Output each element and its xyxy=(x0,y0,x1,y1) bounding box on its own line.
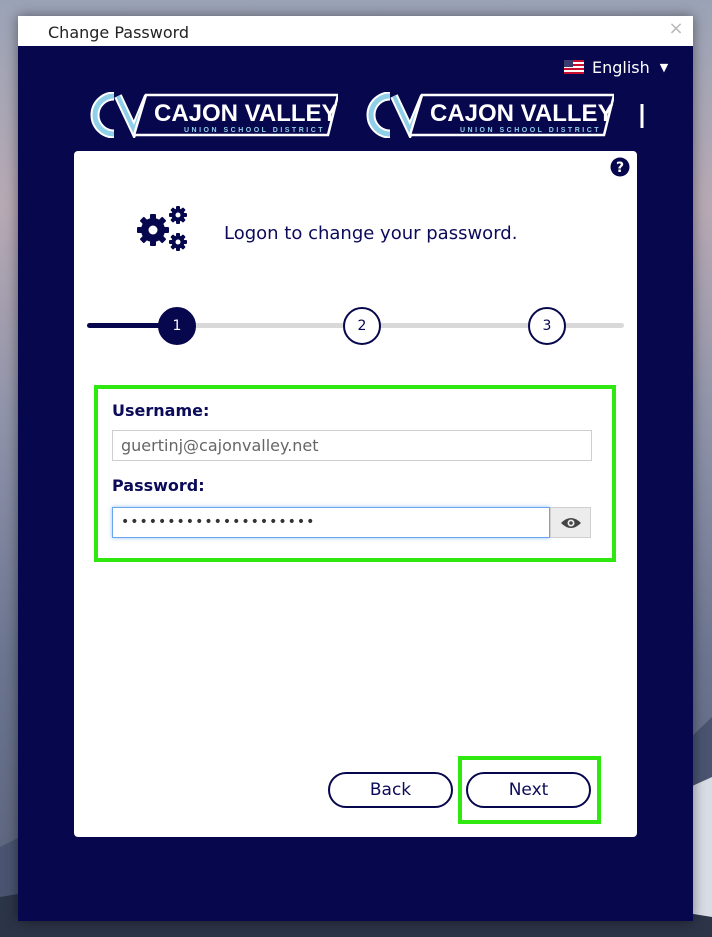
password-field[interactable]: ••••••••••••••••••••• xyxy=(112,507,550,538)
title-bar: Change Password × xyxy=(18,16,693,46)
step-1: 1 xyxy=(158,307,196,345)
progress-stepper: 1 2 3 xyxy=(87,306,624,346)
gears-icon xyxy=(137,206,187,251)
next-button[interactable]: Next xyxy=(466,772,591,808)
cajon-valley-logo xyxy=(640,104,644,128)
close-icon[interactable]: × xyxy=(667,20,685,38)
change-password-window: Change Password × English ▼ CAJON VALLEY… xyxy=(18,16,693,921)
caret-down-icon: ▼ xyxy=(659,60,669,74)
step-3: 3 xyxy=(528,307,566,345)
svg-text:CAJON VALLEY: CAJON VALLEY xyxy=(154,100,338,127)
svg-text:CAJON VALLEY: CAJON VALLEY xyxy=(430,100,614,127)
district-logo-strip: CAJON VALLEY UNION SCHOOL DISTRICT CAJON… xyxy=(88,92,648,140)
change-password-card: ? Logon to change your password. 1 2 3 U… xyxy=(74,151,637,837)
cajon-valley-logo: CAJON VALLEY UNION SCHOOL DISTRICT xyxy=(90,92,338,138)
cajon-valley-logo: CAJON VALLEY UNION SCHOOL DISTRICT xyxy=(366,92,614,138)
question-circle-icon[interactable]: ? xyxy=(610,157,630,177)
language-label: English xyxy=(592,57,650,77)
username-field[interactable]: guertinj@cajonvalley.net xyxy=(112,430,592,461)
svg-text:UNION SCHOOL DISTRICT: UNION SCHOOL DISTRICT xyxy=(460,127,601,134)
us-flag-icon xyxy=(564,60,584,74)
window-title: Change Password xyxy=(48,23,190,42)
step-2: 2 xyxy=(343,307,381,345)
show-password-button[interactable] xyxy=(550,507,591,538)
language-selector[interactable]: English ▼ xyxy=(564,56,668,78)
svg-text:UNION SCHOOL DISTRICT: UNION SCHOOL DISTRICT xyxy=(184,127,325,134)
credentials-highlight-box: Username: guertinj@cajonvalley.net Passw… xyxy=(94,385,616,562)
back-button[interactable]: Back xyxy=(328,772,453,808)
password-label: Password: xyxy=(112,476,205,495)
eye-icon xyxy=(560,517,581,528)
page-heading: Logon to change your password. xyxy=(224,223,518,244)
svg-text:?: ? xyxy=(616,160,624,176)
username-label: Username: xyxy=(112,401,210,420)
